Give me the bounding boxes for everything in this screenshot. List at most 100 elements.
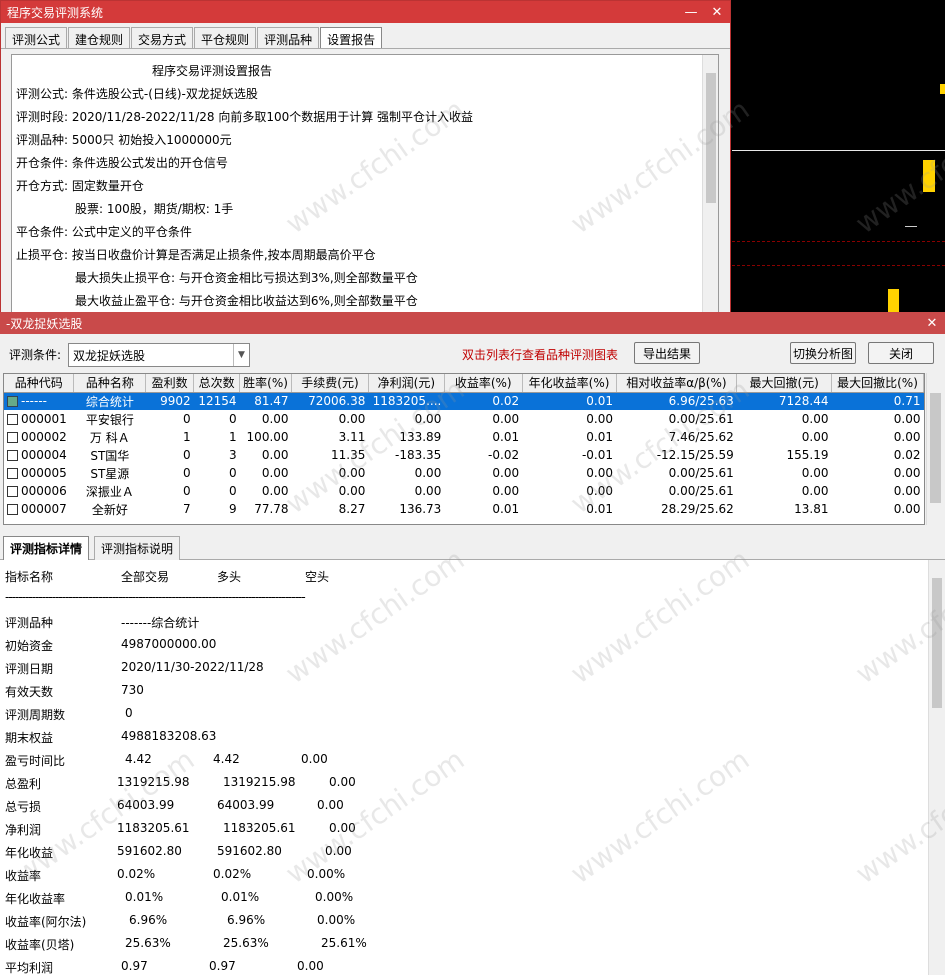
cell: 3.11 xyxy=(338,430,366,444)
report-line: 平仓条件: 公式中定义的平仓条件 xyxy=(16,225,192,239)
chart-dashed-line xyxy=(732,265,945,266)
close-icon[interactable]: ✕ xyxy=(919,316,945,331)
header-short: 空头 xyxy=(305,570,330,584)
cell: 0.00 xyxy=(338,466,366,480)
cell: 0.01 xyxy=(586,502,613,516)
tab-formula[interactable]: 评测公式 xyxy=(5,27,68,48)
cell: 1183205.... xyxy=(368,392,445,410)
condition-select[interactable]: 双龙捉妖选股 ▼ xyxy=(68,343,250,367)
table-row[interactable]: 000006 深振业Ａ 0 0 0.00 0.00 0.00 0.00 0.00… xyxy=(4,482,924,500)
cell: 0.00 xyxy=(893,412,921,426)
table-row[interactable]: 000001 平安银行 0 0 0.00 0.00 0.00 0.00 0.00… xyxy=(4,410,924,428)
settings-window-title: 程序交易评测系统 xyxy=(7,5,104,20)
col-code[interactable]: 品种代码 xyxy=(4,374,75,393)
row-icon xyxy=(7,468,18,479)
table-row[interactable]: ------ 综合统计 9902 12154 81.47 72006.38 11… xyxy=(4,392,924,410)
cell: 0 xyxy=(182,466,191,480)
cell: 0.00 xyxy=(586,466,613,480)
detail-scrollbar[interactable] xyxy=(928,560,945,975)
cell: 155.19 xyxy=(786,448,829,462)
cell: 0.00 xyxy=(261,484,289,498)
chevron-down-icon[interactable]: ▼ xyxy=(233,344,249,366)
cell: 77.78 xyxy=(254,502,289,516)
cell: 0.00 xyxy=(492,466,520,480)
col-relative-return[interactable]: 相对收益率α/β(%) xyxy=(616,374,738,393)
cell: 100.00 xyxy=(246,430,289,444)
cell: 0.00/25.61 xyxy=(668,484,734,498)
header-metric: 指标名称 xyxy=(5,570,54,584)
tab-explanation[interactable]: 评测指标说明 xyxy=(94,536,181,560)
scroll-thumb[interactable] xyxy=(930,393,941,503)
results-titlebar: -双龙捉妖选股 ✕ xyxy=(0,312,945,334)
table-row[interactable]: 000002 万 科Ａ 1 1 100.00 3.11 133.89 0.01 … xyxy=(4,428,924,446)
table-row[interactable]: 000004 ST国华 0 3 0.00 11.35 -183.35 -0.02… xyxy=(4,446,924,464)
cell: 12154 xyxy=(193,392,240,410)
tab-detail[interactable]: 评测指标详情 xyxy=(3,536,90,560)
tab-close-rules[interactable]: 平仓规则 xyxy=(194,27,257,48)
cell: -0.01 xyxy=(581,448,613,462)
separator: ----------------------------------------… xyxy=(5,590,306,604)
col-total[interactable]: 总次数 xyxy=(193,374,241,393)
cell: 0.02 xyxy=(444,392,523,410)
cell: 7 xyxy=(182,502,191,516)
report-line: 开仓方式: 固定数量开仓 xyxy=(16,179,144,193)
table-row[interactable]: 000005 ST星源 0 0 0.00 0.00 0.00 0.00 0.00… xyxy=(4,464,924,482)
report-line: 最大损失止损平仓: 与开仓资金相比亏损达到3%,则全部数量平仓 xyxy=(75,271,418,285)
row-icon xyxy=(7,486,18,497)
cell: 0.00 xyxy=(801,430,829,444)
cell: 1 xyxy=(228,430,237,444)
tab-report[interactable]: 设置报告 xyxy=(320,27,383,48)
report-line: 评测品种: 5000只 初始投入1000000元 xyxy=(16,133,232,147)
cell: 0.00 xyxy=(586,412,613,426)
cell: 0 xyxy=(182,412,191,426)
row-icon xyxy=(7,414,18,425)
row-icon xyxy=(7,450,18,461)
cell: 0.00 xyxy=(801,484,829,498)
cell: 0 xyxy=(228,412,237,426)
col-max-drawdown[interactable]: 最大回撤(元) xyxy=(736,374,832,393)
close-icon[interactable]: ✕ xyxy=(704,5,730,20)
table-scrollbar[interactable] xyxy=(926,373,944,525)
col-max-drawdown-ratio[interactable]: 最大回撤比(%) xyxy=(831,374,924,393)
cell: 0.00 xyxy=(586,484,613,498)
header-long: 多头 xyxy=(217,570,242,584)
cell: 8.27 xyxy=(338,502,366,516)
cell: 0.00 xyxy=(492,484,520,498)
col-return[interactable]: 收益率(%) xyxy=(444,374,523,393)
export-button[interactable]: 导出结果 xyxy=(634,342,700,364)
report-line: 评测公式: 条件选股公式-(日线)-双龙捉妖选股 xyxy=(16,87,258,101)
cell: ------ xyxy=(4,392,74,410)
hint-text: 双击列表行查看品种评测图表 xyxy=(462,348,619,362)
col-annual-return[interactable]: 年化收益率(%) xyxy=(522,374,617,393)
cell: 7128.44 xyxy=(736,392,832,410)
col-wins[interactable]: 盈利数 xyxy=(145,374,195,393)
table-row[interactable]: 000007 全新好 7 9 77.78 8.27 136.73 0.01 0.… xyxy=(4,500,924,518)
col-winrate[interactable]: 胜率(%) xyxy=(239,374,293,393)
cell: 0.01 xyxy=(586,430,613,444)
cell: 000006 xyxy=(4,482,74,500)
cell: 0.00 xyxy=(261,466,289,480)
chart-candle xyxy=(923,160,935,192)
table-header: 品种代码 品种名称 盈利数 总次数 胜率(%) 手续费(元) 净利润(元) 收益… xyxy=(4,374,924,393)
cell: 6.96/25.63 xyxy=(616,392,737,410)
minimize-icon[interactable]: — xyxy=(678,5,704,20)
report-scrollbar[interactable] xyxy=(702,55,718,315)
report-line: 开仓条件: 条件选股公式发出的开仓信号 xyxy=(16,156,228,170)
col-fee[interactable]: 手续费(元) xyxy=(291,374,369,393)
col-netprofit[interactable]: 净利润(元) xyxy=(368,374,445,393)
chart-dashed-line xyxy=(732,241,945,242)
cell: 综合统计 xyxy=(73,392,146,410)
cell: 13.81 xyxy=(794,502,829,516)
close-button[interactable]: 关闭 xyxy=(868,342,934,364)
switch-chart-button[interactable]: 切换分析图 xyxy=(790,342,856,364)
scroll-thumb[interactable] xyxy=(932,578,942,708)
col-name[interactable]: 品种名称 xyxy=(73,374,147,393)
tab-trade-mode[interactable]: 交易方式 xyxy=(131,27,194,48)
cell: 深振业Ａ xyxy=(85,484,134,499)
scroll-thumb[interactable] xyxy=(706,73,716,203)
tab-open-rules[interactable]: 建仓规则 xyxy=(68,27,131,48)
chart-hline xyxy=(732,150,945,151)
cell: 0.00 xyxy=(801,466,829,480)
cell: 0.00/25.61 xyxy=(668,466,734,480)
tab-instruments[interactable]: 评测品种 xyxy=(257,27,320,48)
